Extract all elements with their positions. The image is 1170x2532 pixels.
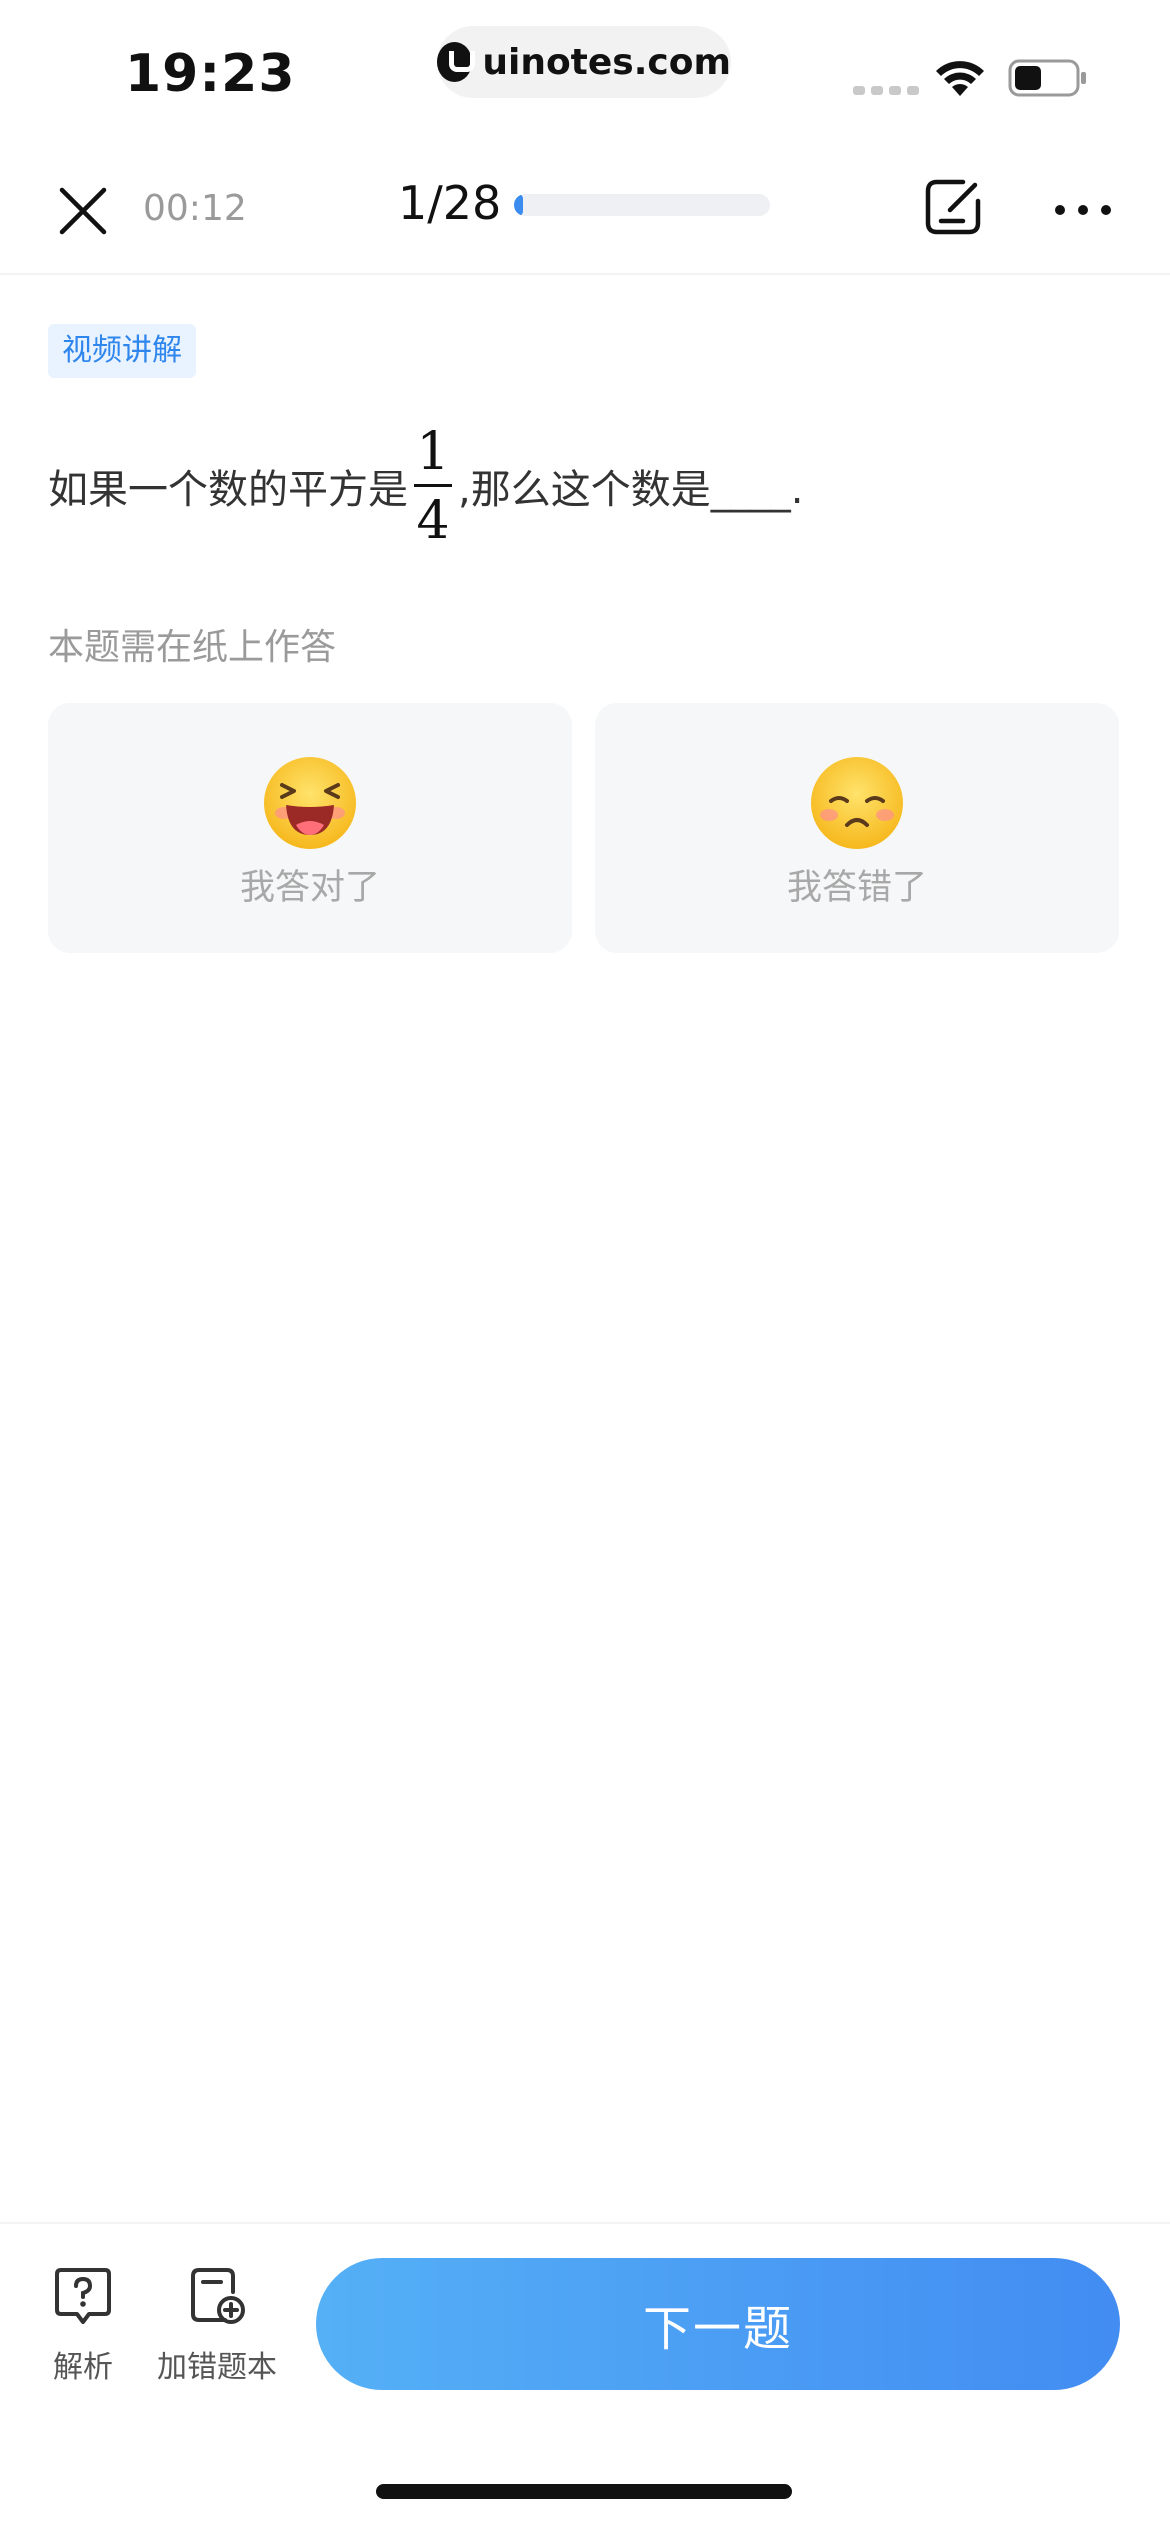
status-bar: 19:23 uinotes.com [0, 0, 1170, 150]
signal-icon [853, 86, 919, 95]
close-icon [59, 187, 107, 235]
paper-answer-hint: 本题需在纸上作答 [48, 627, 337, 668]
url-pill[interactable]: uinotes.com [437, 26, 731, 98]
fraction-numerator: 1 [416, 421, 450, 482]
home-indicator [376, 2484, 792, 2499]
fraction-denominator: 4 [416, 490, 450, 551]
progress-bar [514, 194, 770, 216]
status-time: 19:23 [125, 44, 296, 104]
battery-icon [1008, 59, 1086, 97]
question-text: 如果一个数的平方是 1 4 ,那么这个数是____. [48, 416, 803, 556]
progress-fill [514, 194, 524, 216]
question-counter: 1/28 [398, 176, 502, 230]
add-to-wrong-book-label: 加错题本 [157, 2350, 277, 2385]
fraction: 1 4 [414, 426, 452, 547]
sad-emoji-icon [811, 757, 903, 849]
more-button[interactable] [1050, 180, 1116, 240]
question-text-after: ,那么这个数是____. [458, 467, 804, 513]
elapsed-timer: 00:12 [143, 188, 247, 229]
analysis-label: 解析 [53, 2350, 113, 2385]
laughing-emoji-icon [264, 757, 356, 849]
close-button[interactable] [48, 176, 118, 246]
answered-correct-button[interactable]: 我答对了 [48, 703, 572, 953]
more-icon [1055, 205, 1111, 215]
analysis-button[interactable]: 解析 [48, 2264, 118, 2386]
url-text: uinotes.com [482, 41, 731, 83]
answered-wrong-button[interactable]: 我答错了 [595, 703, 1119, 953]
video-explanation-tag[interactable]: 视频讲解 [48, 324, 196, 378]
top-nav: 00:12 1/28 [0, 150, 1170, 275]
answered-wrong-label: 我答错了 [786, 868, 927, 908]
answered-correct-label: 我答对了 [239, 868, 380, 908]
next-question-button[interactable]: 下一题 [316, 2258, 1120, 2390]
wifi-icon [936, 61, 984, 96]
draft-icon [925, 179, 981, 235]
add-document-icon [191, 2268, 245, 2324]
add-to-wrong-book-button[interactable]: 加错题本 [152, 2264, 282, 2386]
site-logo-icon [437, 42, 476, 82]
question-text-before: 如果一个数的平方是 [48, 467, 408, 513]
question-bubble-icon [55, 2268, 111, 2324]
draft-button[interactable] [920, 174, 986, 240]
